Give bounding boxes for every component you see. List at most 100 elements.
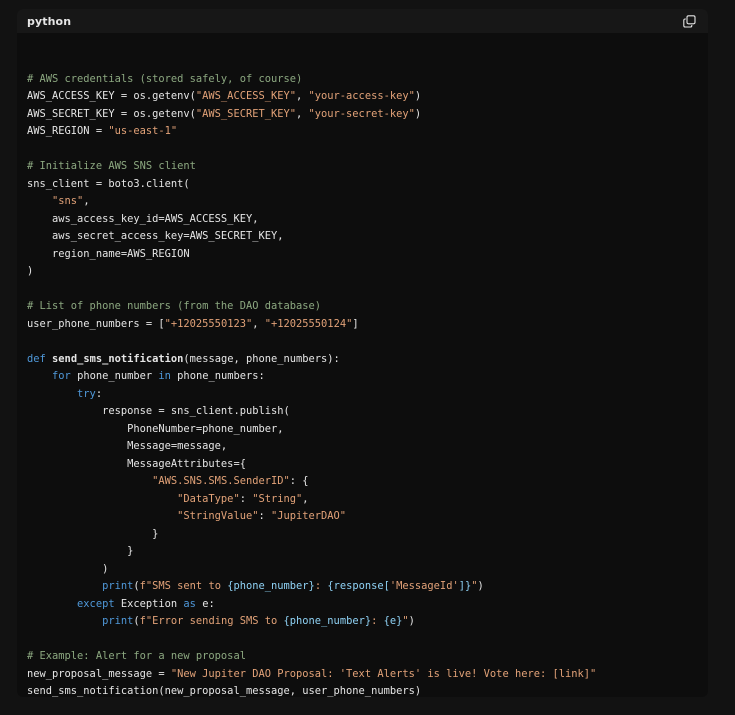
code-line: "sns", [27, 193, 90, 211]
code-token: # AWS credentials (stored safely, of cou… [27, 72, 303, 85]
code-token: {phone_number} [283, 615, 372, 627]
code-token: send_sms_notification [52, 352, 184, 365]
code-line: # Initialize AWS SNS client [27, 158, 196, 176]
code-token: , [296, 107, 309, 120]
code-token: sns_client = boto3.client( [27, 177, 190, 190]
code-token: user_phone_numbers = [ [27, 317, 165, 330]
code-token: , [83, 195, 90, 207]
code-token: "StringValue" [177, 510, 259, 522]
code-token: response = sns_client.publish( [27, 405, 290, 417]
code-token: print [102, 615, 134, 627]
code-token: ) [477, 580, 484, 592]
code-token: # List of phone numbers (from the DAO da… [27, 300, 322, 312]
code-token: Message=message, [27, 440, 228, 452]
code-token: : { [289, 475, 309, 487]
code-token: phone_numbers: [170, 370, 265, 382]
code-token: : [258, 510, 271, 522]
code-token: f"Error sending SMS to [139, 615, 284, 627]
code-token: "AWS.SNS.SMS.SenderID" [152, 475, 290, 487]
code-token: PhoneNumber=phone_number, [27, 422, 284, 435]
code-block: python # AWS credentials (stored safely,… [17, 9, 708, 697]
code-token: AWS_SECRET_KEY = os.getenv( [27, 107, 196, 120]
code-line: MessageAttributes={ [27, 456, 246, 474]
code-token: AWS_ACCESS_KEY = os.getenv( [27, 90, 196, 102]
code-line: "DataType": "String", [27, 491, 309, 509]
code-line: } [27, 526, 158, 544]
code-line: print(f"Error sending SMS to {phone_numb… [27, 613, 415, 631]
code-line: new_proposal_message = "New Jupiter DAO … [27, 666, 596, 684]
code-token: : [95, 387, 103, 400]
code-token: ) [27, 562, 109, 575]
code-token: : [239, 492, 253, 505]
code-header: python [17, 9, 708, 33]
code-token: Exception [114, 597, 184, 610]
code-token: "New Jupiter DAO Proposal: 'Text Alerts'… [170, 667, 597, 680]
code-token: "sns" [52, 195, 84, 207]
code-line: # AWS credentials (stored safely, of cou… [27, 71, 302, 89]
code-line: send_sms_notification(new_proposal_messa… [27, 683, 421, 697]
code-token: # Initialize AWS SNS client [27, 160, 196, 172]
code-token: aws_access_key_id=AWS_ACCESS_KEY, [27, 212, 259, 225]
code-token: "AWS_SECRET_KEY" [195, 107, 296, 120]
code-line: sns_client = boto3.client( [27, 176, 190, 194]
code-token: phone_number [70, 370, 159, 382]
code-line: # List of phone numbers (from the DAO da… [27, 298, 321, 316]
code-line: user_phone_numbers = ["+12025550123", "+… [27, 316, 359, 334]
code-token: ]} [458, 580, 472, 592]
language-label: python [27, 14, 72, 28]
code-token: # Example: Alert for a new proposal [27, 650, 246, 662]
code-token: } [27, 527, 159, 540]
code-token: MessageAttributes={ [27, 457, 246, 470]
code-token: "DataType" [177, 492, 240, 505]
code-line: AWS_SECRET_KEY = os.getenv("AWS_SECRET_K… [27, 106, 421, 124]
code-token: except [77, 597, 115, 610]
code-line: AWS_ACCESS_KEY = os.getenv("AWS_ACCESS_K… [27, 88, 421, 106]
code-token: "your-access-key" [308, 90, 415, 102]
code-token: ) [27, 265, 34, 277]
code-line: "AWS.SNS.SMS.SenderID": { [27, 473, 309, 491]
code-token: , [252, 317, 265, 330]
code-token: (message, phone_numbers): [183, 352, 340, 365]
code-token: 'MessageId' [389, 580, 459, 592]
code-line: print(f"SMS sent to {phone_number}: {res… [27, 578, 484, 596]
code-line: AWS_REGION = "us-east-1" [27, 123, 177, 141]
code-token: ) [414, 90, 422, 102]
code-token: {phone_number} [227, 580, 315, 592]
code-token: : [314, 580, 328, 592]
code-token: {e} [383, 615, 403, 627]
copy-code-button[interactable] [682, 14, 696, 28]
code-line: Message=message, [27, 438, 227, 456]
code-token: ) [408, 615, 415, 627]
code-token: print [102, 580, 134, 592]
code-line: response = sns_client.publish( [27, 403, 290, 421]
code-token: , [302, 492, 309, 505]
code-token: } [27, 545, 134, 557]
code-line: PhoneNumber=phone_number, [27, 421, 283, 439]
code-line: def send_sms_notification(message, phone… [27, 351, 340, 369]
code-token: f"SMS sent to [139, 580, 228, 592]
code-token: "+12025550123" [164, 317, 253, 330]
code-token: : [371, 615, 384, 627]
code-token: ] [352, 317, 359, 330]
code-line: ) [27, 561, 108, 579]
code-token: in [158, 370, 171, 382]
code-token: , [296, 90, 309, 102]
code-token: "+12025550124" [264, 317, 353, 330]
code-token: AWS_REGION = [27, 125, 109, 137]
code-token: aws_secret_access_key=AWS_SECRET_KEY, [27, 230, 284, 242]
code-token: "JupiterDAO" [270, 510, 347, 522]
code-line: ) [27, 263, 33, 281]
code-line: aws_access_key_id=AWS_ACCESS_KEY, [27, 211, 258, 229]
code-token: "us-east-1" [108, 125, 178, 137]
code-line: # Example: Alert for a new proposal [27, 648, 246, 666]
code-token: {response[ [327, 580, 390, 592]
